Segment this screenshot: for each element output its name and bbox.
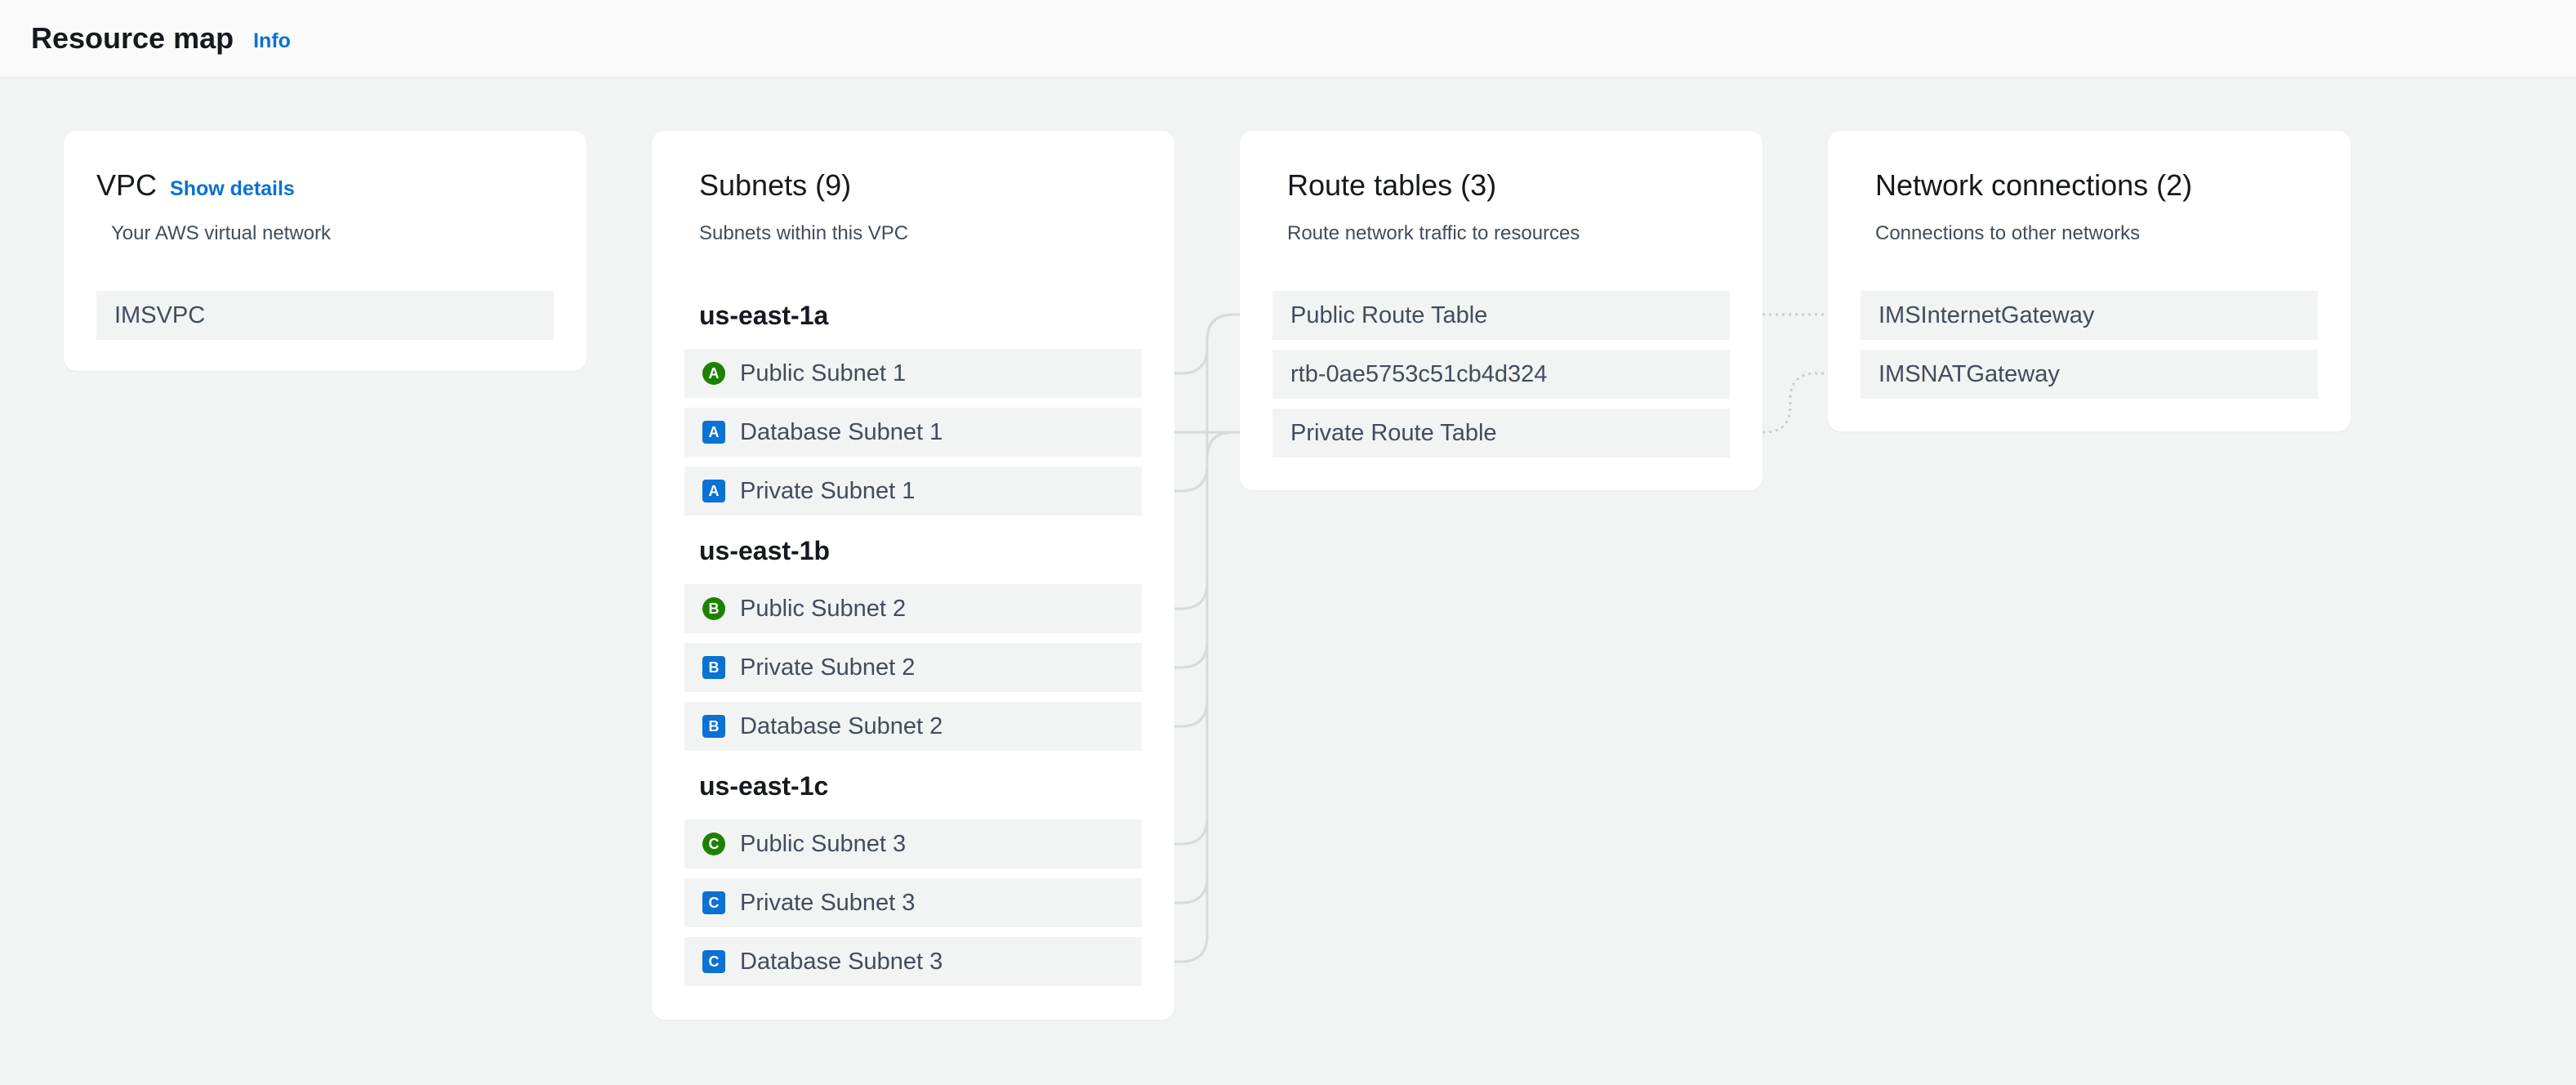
subnet-item[interactable]: C Private Subnet 3 [684,878,1142,927]
route-table-item[interactable]: Public Route Table [1272,291,1730,340]
vpc-item[interactable]: IMSVPC [96,291,554,340]
vpc-name: IMSVPC [114,301,206,328]
route-table-item[interactable]: rtb-0ae5753c51cb4d324 [1272,350,1730,399]
private-subnet-icon: A [702,480,725,502]
subnet-label: Database Subnet 3 [740,948,943,975]
subnet-label: Private Subnet 2 [740,654,916,681]
private-subnet-icon: C [702,891,725,914]
private-subnet-icon: C [702,950,725,973]
subnet-label: Database Subnet 1 [740,418,943,445]
subnet-label: Public Subnet 2 [740,595,907,622]
network-connection-item[interactable]: IMSNATGateway [1861,350,2318,399]
route-tables-title: Route tables (3) [1287,168,1497,202]
az-heading: us-east-1b [699,536,831,565]
subnet-label: Private Subnet 1 [740,477,916,504]
show-details-link[interactable]: Show details [170,177,295,200]
subnets-subtitle: Subnets within this VPC [699,222,909,244]
vpc-card-title: VPC Show details [96,168,295,203]
subnet-label: Database Subnet 2 [740,712,943,739]
public-subnet-icon: B [702,597,725,620]
subnet-label: Private Subnet 3 [740,889,916,916]
subnet-item[interactable]: C Database Subnet 3 [684,937,1142,986]
network-connection-label: IMSNATGateway [1879,360,2060,387]
subnet-item[interactable]: B Private Subnet 2 [684,643,1142,692]
vpc-subtitle: Your AWS virtual network [111,222,332,244]
public-subnet-icon: C [702,833,725,855]
subnet-item[interactable]: A Database Subnet 1 [684,408,1142,457]
route-table-label: Private Route Table [1290,419,1497,446]
subnet-item[interactable]: B Public Subnet 2 [684,584,1142,633]
subnet-item[interactable]: B Database Subnet 2 [684,702,1142,751]
private-subnet-icon: B [702,715,725,738]
az-heading: us-east-1a [699,301,829,330]
vpc-card: VPC Show details Your AWS virtual network… [64,131,586,371]
route-table-label: Public Route Table [1290,301,1488,328]
network-connection-item[interactable]: IMSInternetGateway [1861,291,2318,340]
subnet-label: Public Subnet 1 [740,359,907,386]
subnet-label: Public Subnet 3 [740,830,907,857]
network-connections-card: Network connections (2) Connections to o… [1828,131,2351,431]
route-tables-card: Route tables (3) Route network traffic t… [1240,131,1763,490]
private-subnet-icon: A [702,421,725,444]
network-connections-subtitle: Connections to other networks [1875,222,2141,244]
subnets-title: Subnets (9) [699,168,852,202]
route-table-item[interactable]: Private Route Table [1272,409,1730,458]
public-subnet-icon: A [702,362,725,385]
route-tables-subtitle: Route network traffic to resources [1287,222,1580,244]
subnet-item[interactable]: A Public Subnet 1 [684,349,1142,398]
subnets-card: Subnets (9) Subnets within this VPC us-e… [652,131,1174,1020]
subnet-item[interactable]: C Public Subnet 3 [684,819,1142,868]
private-subnet-icon: B [702,656,725,679]
network-connections-title: Network connections (2) [1875,168,2193,202]
vpc-title: VPC [96,168,158,202]
route-table-label: rtb-0ae5753c51cb4d324 [1290,360,1548,387]
subnet-item[interactable]: A Private Subnet 1 [684,467,1142,516]
az-heading: us-east-1c [699,771,829,801]
network-connection-label: IMSInternetGateway [1879,301,2095,328]
